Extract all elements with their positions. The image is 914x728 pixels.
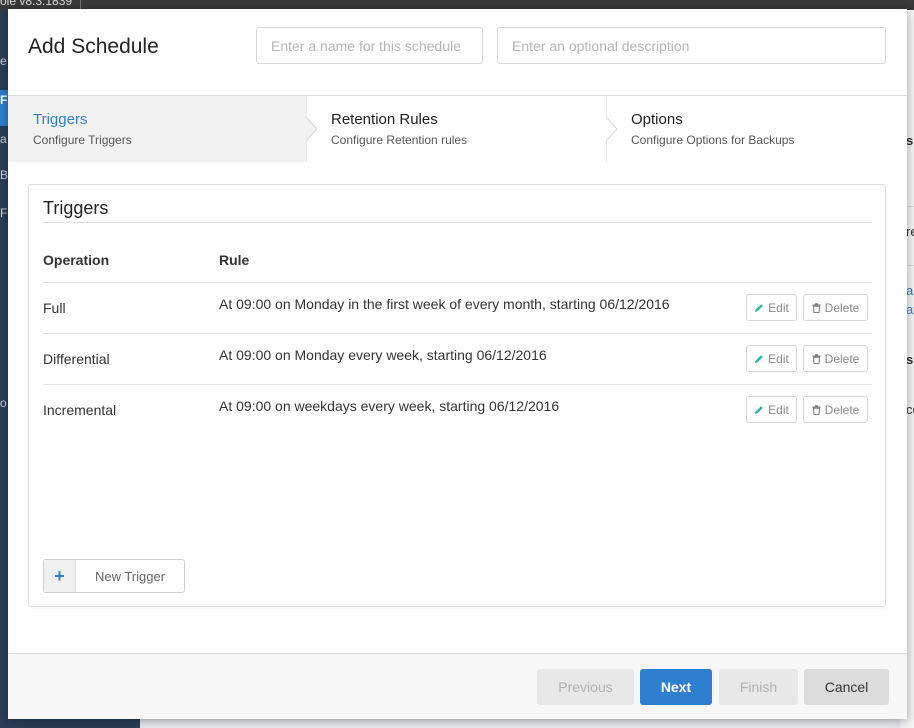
column-header-rule: Rule xyxy=(219,252,250,268)
new-trigger-button[interactable]: + New Trigger xyxy=(43,559,185,593)
new-trigger-label: New Trigger xyxy=(94,568,166,584)
step-title: Triggers xyxy=(33,111,88,128)
edit-trigger-button[interactable]: Edit xyxy=(746,345,797,372)
delete-label: Delete xyxy=(824,300,860,315)
edit-label: Edit xyxy=(768,351,789,366)
background-right-text: co xyxy=(906,402,914,417)
step-separator-chevron-icon xyxy=(306,96,318,162)
modal-header: Add Schedule xyxy=(8,9,907,96)
step-title: Retention Rules xyxy=(331,111,438,128)
column-header-operation: Operation xyxy=(43,252,110,268)
previous-button[interactable]: Previous xyxy=(537,669,634,705)
step-title: Options xyxy=(631,111,683,128)
pencil-icon xyxy=(755,405,763,414)
table-row: Full At 09:00 on Monday in the first wee… xyxy=(43,282,872,333)
next-button[interactable]: Next xyxy=(640,669,712,705)
step-options[interactable]: Options Configure Options for Backups xyxy=(606,96,907,162)
background-right-text: s xyxy=(906,133,914,148)
panel-divider xyxy=(43,222,872,223)
background-right-link: at xyxy=(906,302,914,317)
background-right-text: s xyxy=(906,352,914,367)
step-triggers[interactable]: Triggers Configure Triggers xyxy=(8,96,306,162)
triggers-panel-title: Triggers xyxy=(43,198,109,218)
pencil-icon xyxy=(755,354,763,363)
schedule-name-input[interactable] xyxy=(256,27,483,64)
delete-label: Delete xyxy=(824,351,860,366)
trigger-rule: At 09:00 on Monday in the first week of … xyxy=(219,296,670,312)
finish-button[interactable]: Finish xyxy=(719,669,798,705)
table-row: Incremental At 09:00 on weekdays every w… xyxy=(43,384,872,435)
edit-trigger-button[interactable]: Edit xyxy=(746,294,797,321)
trash-icon xyxy=(812,404,821,415)
background-right-text: re xyxy=(906,224,914,239)
delete-trigger-button[interactable]: Delete xyxy=(803,345,868,372)
trigger-operation: Differential xyxy=(43,351,110,367)
edit-label: Edit xyxy=(768,402,789,417)
table-row: Differential At 09:00 on Monday every we… xyxy=(43,333,872,384)
trigger-rule: At 09:00 on Monday every week, starting … xyxy=(219,347,547,363)
schedule-description-input[interactable] xyxy=(497,27,886,64)
cancel-button[interactable]: Cancel xyxy=(804,669,889,705)
delete-trigger-button[interactable]: Delete xyxy=(803,396,868,423)
plus-icon: + xyxy=(44,560,76,592)
triggers-panel: Triggers Operation Rule Full At 09:00 on… xyxy=(28,184,886,607)
trigger-operation: Incremental xyxy=(43,402,117,418)
background-right-link: an xyxy=(906,283,914,298)
step-subtitle: Configure Options for Backups xyxy=(631,133,795,147)
background-version-text: ole v8.3.1839 xyxy=(0,0,82,9)
delete-trigger-button[interactable]: Delete xyxy=(803,294,868,321)
add-schedule-modal: Add Schedule Triggers Configure Triggers… xyxy=(8,9,907,719)
step-subtitle: Configure Retention rules xyxy=(331,133,468,147)
background-sidebar-text: a xyxy=(0,132,7,146)
background-sidebar-text: o xyxy=(0,396,7,410)
background-sidebar-text: F xyxy=(0,93,8,107)
wizard-steps: Triggers Configure Triggers Retention Ru… xyxy=(8,96,907,162)
trash-icon xyxy=(812,302,821,313)
trigger-operation: Full xyxy=(43,300,66,316)
trash-icon xyxy=(812,353,821,364)
delete-label: Delete xyxy=(824,402,860,417)
modal-title: Add Schedule xyxy=(28,35,159,58)
trigger-rule: At 09:00 on weekdays every week, startin… xyxy=(219,398,560,414)
edit-trigger-button[interactable]: Edit xyxy=(746,396,797,423)
background-sidebar-text: F xyxy=(0,206,8,220)
step-subtitle: Configure Triggers xyxy=(33,133,132,147)
step-retention-rules[interactable]: Retention Rules Configure Retention rule… xyxy=(306,96,606,162)
pencil-icon xyxy=(755,303,763,312)
edit-label: Edit xyxy=(768,300,789,315)
modal-footer: Previous Next Finish Cancel xyxy=(8,653,907,719)
background-sidebar-text: e xyxy=(0,54,7,68)
step-separator-chevron-icon xyxy=(606,96,618,162)
